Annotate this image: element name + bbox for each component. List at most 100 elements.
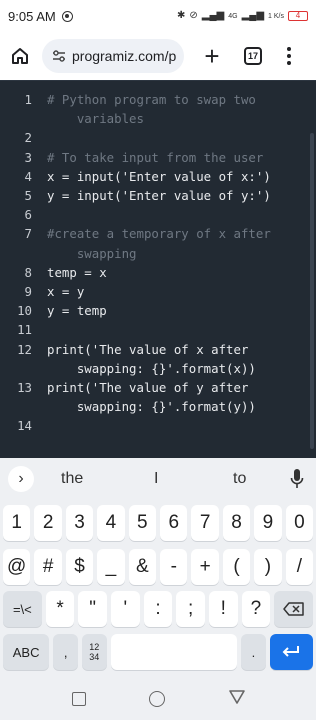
code-line[interactable]: 9 x = y <box>0 282 300 301</box>
line-text[interactable]: y = temp <box>47 301 107 320</box>
do-not-disturb-icon: ⊘ <box>189 10 198 21</box>
backspace-key[interactable] <box>274 591 313 627</box>
number-key[interactable]: 0 <box>285 505 314 541</box>
line-text[interactable]: print('The value of x after <box>47 340 248 359</box>
home-icon[interactable] <box>8 44 32 68</box>
more-options-icon[interactable] <box>286 47 292 65</box>
line-number: 2 <box>24 130 32 146</box>
number-key[interactable]: 1 <box>3 505 31 541</box>
code-line[interactable]: 13 print('The value of y after <box>0 378 300 397</box>
code-line[interactable]: 1 # Python program to swap two <box>0 90 300 109</box>
number-key[interactable]: 6 <box>160 505 188 541</box>
home-nav-icon[interactable] <box>149 691 165 707</box>
symbol-key[interactable]: ( <box>222 549 251 585</box>
period-key[interactable]: . <box>241 634 266 670</box>
symbol-key[interactable]: + <box>191 549 219 585</box>
number-key[interactable]: 4 <box>97 505 125 541</box>
symbol-key[interactable]: ' <box>111 591 140 627</box>
line-number: 1 <box>24 92 32 107</box>
symbol-key[interactable]: ! <box>208 591 238 627</box>
comma-key[interactable]: , <box>53 634 78 670</box>
recent-apps-icon[interactable] <box>72 692 86 706</box>
line-text[interactable]: swapping: {}'.format(y)) <box>47 397 256 416</box>
symbol-key[interactable]: ; <box>176 591 205 627</box>
symbol-key[interactable]: _ <box>97 549 125 585</box>
symbol-key[interactable]: : <box>143 591 173 627</box>
number-key[interactable]: 2 <box>34 505 62 541</box>
code-editor[interactable]: 1 # Python program to swap two variables 2… <box>0 80 316 458</box>
network-type-label: 4G <box>228 12 238 20</box>
tab-switcher-button[interactable]: 17 <box>244 47 262 65</box>
code-line[interactable]: swapping <box>0 244 300 263</box>
site-settings-icon[interactable] <box>52 49 66 63</box>
address-bar[interactable]: programiz.com/p <box>42 39 184 73</box>
back-icon[interactable] <box>228 688 246 706</box>
editor-scrollbar[interactable] <box>310 133 314 449</box>
line-number: 11 <box>17 322 32 338</box>
symbol-row-1: @ # $ _ & - +() / <box>3 549 314 585</box>
code-line[interactable]: 8 temp = x <box>0 263 300 282</box>
code-line[interactable]: 4 x = input('Enter value of x:') <box>0 167 300 186</box>
code-line[interactable]: swapping: {}'.format(y)) <box>0 397 300 416</box>
suggestion-3[interactable]: to <box>233 470 246 488</box>
number-key[interactable]: 5 <box>128 505 157 541</box>
number-key[interactable]: 3 <box>65 505 94 541</box>
symbol-key[interactable]: ) <box>254 549 282 585</box>
enter-key[interactable] <box>269 634 314 670</box>
code-line[interactable]: 3 # To take input from the user <box>0 148 300 167</box>
space-key[interactable] <box>110 634 238 670</box>
line-text[interactable]: # Python program to swap two <box>47 90 256 109</box>
bluetooth-icon: ✱ <box>176 10 186 21</box>
new-tab-icon[interactable]: + <box>200 43 224 69</box>
symbol-key[interactable]: # <box>34 549 62 585</box>
url-text: programiz.com/p <box>72 48 177 64</box>
expand-toolbar-icon[interactable]: › <box>8 466 34 492</box>
backspace-icon <box>282 602 304 616</box>
line-text[interactable]: x = input('Enter value of x:') <box>47 167 271 186</box>
line-text[interactable]: swapping: {}'.format(x)) <box>47 359 256 378</box>
symbol-key[interactable]: * <box>45 591 75 627</box>
code-line[interactable]: 10 y = temp <box>0 301 300 320</box>
line-number: 8 <box>24 264 32 280</box>
signal-icon: ▂▄▆ <box>201 10 225 21</box>
line-text[interactable]: print('The value of y after <box>47 378 248 397</box>
status-time: 9:05 AM <box>8 8 56 24</box>
code-line[interactable]: 5 y = input('Enter value of y:') <box>0 186 300 205</box>
symbol-key[interactable]: & <box>128 549 157 585</box>
code-line[interactable]: 7 #create a temporary of x after <box>0 224 300 243</box>
line-text[interactable]: x = y <box>47 282 84 301</box>
code-line[interactable]: 11 <box>0 320 300 339</box>
number-key[interactable]: 8 <box>222 505 251 541</box>
symbol-key[interactable]: / <box>285 549 314 585</box>
more-symbols-key[interactable]: =\< <box>3 591 42 627</box>
line-text[interactable]: # To take input from the user <box>47 148 263 167</box>
line-text[interactable]: swapping <box>47 244 137 263</box>
line-number: 6 <box>24 207 32 223</box>
number-key[interactable]: 7 <box>191 505 219 541</box>
symbol-key[interactable]: ? <box>241 591 271 627</box>
line-number: 10 <box>17 303 32 319</box>
microphone-icon[interactable] <box>290 468 304 490</box>
line-number: 5 <box>24 188 32 203</box>
abc-key[interactable]: ABC <box>3 634 50 670</box>
line-text[interactable]: temp = x <box>47 263 107 282</box>
code-line[interactable]: swapping: {}'.format(x)) <box>0 359 300 378</box>
line-text[interactable]: #create a temporary of x after <box>47 224 271 243</box>
number-key[interactable]: 9 <box>254 505 282 541</box>
code-line[interactable]: 6 <box>0 205 300 224</box>
suggestion-2[interactable]: I <box>154 470 158 488</box>
symbol-key[interactable]: @ <box>3 549 31 585</box>
code-line[interactable]: 12 print('The value of x after <box>0 340 300 359</box>
symbol-key[interactable]: - <box>160 549 188 585</box>
line-text[interactable]: variables <box>47 109 144 128</box>
symbol-key[interactable]: " <box>78 591 107 627</box>
suggestion-1[interactable]: the <box>61 470 83 488</box>
code-line[interactable]: 2 <box>0 128 300 147</box>
symbol-key[interactable]: $ <box>65 549 94 585</box>
code-line[interactable]: variables <box>0 109 300 128</box>
numpad-key[interactable]: 12 34 <box>81 634 107 670</box>
browser-toolbar: programiz.com/p + 17 <box>0 32 316 80</box>
line-text[interactable]: y = input('Enter value of y:') <box>47 186 271 205</box>
code-line[interactable]: 14 <box>0 416 300 435</box>
line-number: 9 <box>24 284 32 299</box>
